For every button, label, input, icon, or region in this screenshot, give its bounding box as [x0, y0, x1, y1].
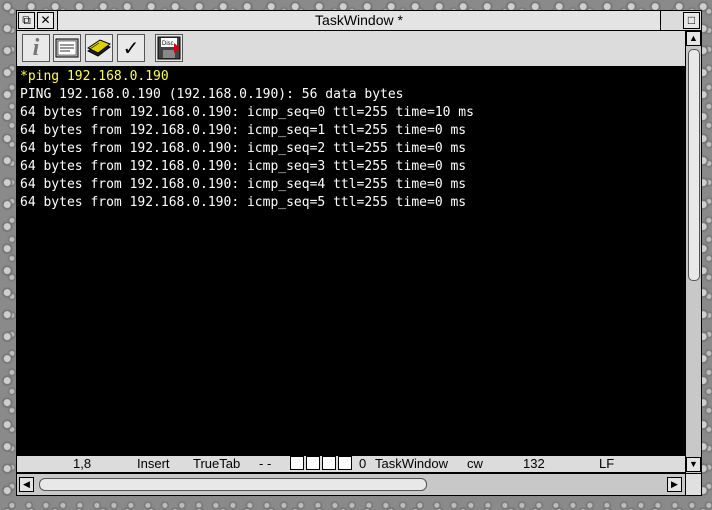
output-line: 64 bytes from 192.168.0.190: icmp_seq=2 …	[20, 141, 467, 156]
vertical-scroll-thumb[interactable]	[688, 49, 700, 281]
line-width: 132	[523, 456, 545, 471]
window-title[interactable]: TaskWindow *	[57, 11, 661, 30]
title-bar[interactable]: ⧉ ✕ TaskWindow * □	[17, 11, 701, 31]
status-flags: - -	[259, 456, 272, 471]
output-line: 64 bytes from 192.168.0.190: icmp_seq=1 …	[20, 123, 467, 138]
edit-mode: Insert	[137, 456, 170, 471]
command-line: *ping 192.168.0.190	[20, 69, 169, 84]
horizontal-scroll-thumb[interactable]	[39, 478, 427, 491]
output-line: 64 bytes from 192.168.0.190: icmp_seq=0 …	[20, 105, 474, 120]
scroll-up-icon[interactable]: ▲	[686, 31, 701, 46]
disc-save-icon[interactable]: Disc	[155, 34, 183, 62]
cursor-position: 1,8	[73, 456, 92, 471]
close-icon[interactable]: ✕	[37, 12, 54, 29]
output-line: 64 bytes from 192.168.0.190: icmp_seq=3 …	[20, 159, 467, 174]
horizontal-scrollbar[interactable]: ◀ ▶	[17, 473, 685, 495]
tick-icon[interactable]: ✓	[117, 34, 145, 62]
svg-text:Disc: Disc	[162, 41, 174, 47]
toolbar: i ✓ Disc	[17, 31, 685, 67]
output-line: 64 bytes from 192.168.0.190: icmp_seq=5 …	[20, 195, 467, 210]
vertical-scrollbar[interactable]: ▲ ▼	[685, 31, 701, 473]
info-icon[interactable]: i	[22, 34, 50, 62]
status-bar: 1,8 Insert TrueTab - - 0 TaskWindow cw 1…	[17, 455, 685, 473]
resize-icon[interactable]	[685, 473, 701, 495]
link-icon[interactable]	[53, 34, 81, 62]
taskwindow: ⧉ ✕ TaskWindow * □ i ✓ Disc *ping 192.16…	[16, 10, 702, 496]
terminal-output[interactable]: *ping 192.168.0.190 PING 192.168.0.190 (1…	[17, 67, 685, 455]
scroll-right-icon[interactable]: ▶	[667, 477, 682, 492]
task-name: TaskWindow	[375, 456, 448, 471]
book-icon[interactable]	[85, 34, 113, 62]
line-ending: LF	[599, 456, 615, 471]
output-line: 64 bytes from 192.168.0.190: icmp_seq=4 …	[20, 177, 467, 192]
output-line: PING 192.168.0.190 (192.168.0.190): 56 d…	[20, 87, 404, 102]
status-extra: cw	[467, 456, 483, 471]
scroll-left-icon[interactable]: ◀	[19, 477, 34, 492]
toggle-size-icon[interactable]: □	[683, 12, 700, 29]
scroll-down-icon[interactable]: ▼	[686, 457, 701, 472]
status-boxes	[290, 456, 354, 472]
status-count: 0	[359, 456, 367, 471]
tab-mode: TrueTab	[193, 456, 241, 471]
back-icon[interactable]: ⧉	[18, 12, 35, 29]
